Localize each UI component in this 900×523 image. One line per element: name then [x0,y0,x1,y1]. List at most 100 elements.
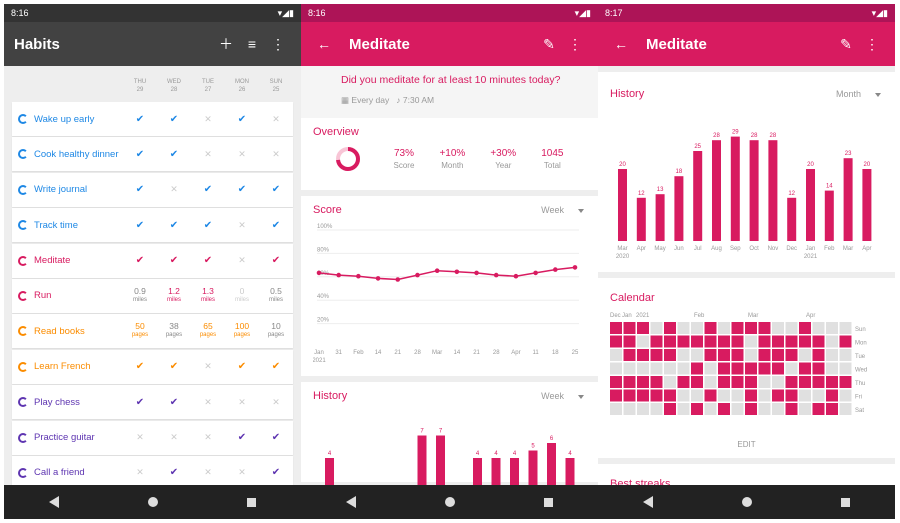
checkmark-icon[interactable]: ✔ [157,256,191,266]
calendar-day-cell[interactable] [650,362,663,375]
cross-icon[interactable]: ✕ [191,114,225,124]
checkmark-icon[interactable]: ✔ [123,114,157,124]
cross-icon[interactable]: ✕ [225,397,259,407]
calendar-day-cell[interactable] [610,362,622,375]
calendar-day-cell[interactable] [718,389,730,402]
calendar-day-cell[interactable] [785,335,798,348]
habit-value-cell[interactable]: 0.9 miles [123,286,157,305]
calendar-day-cell[interactable] [664,349,676,361]
calendar-day-cell[interactable] [691,335,703,348]
calendar-day-cell[interactable] [623,349,636,361]
habit-row[interactable]: Read books 50 pages 38 pages 65 pages 100 pages 1… [12,314,293,349]
calendar-day-cell[interactable] [731,349,744,361]
home-nav-icon[interactable] [147,497,158,507]
history-period-select[interactable]: Month [836,89,881,99]
checkmark-icon[interactable]: ✔ [123,397,157,407]
calendar-day-cell[interactable] [704,362,717,375]
calendar-day-cell[interactable] [691,376,703,388]
checkmark-icon[interactable]: ✔ [123,149,157,159]
calendar-day-cell[interactable] [799,403,811,415]
calendar-day-cell[interactable] [826,389,838,402]
calendar-day-cell[interactable] [637,403,649,415]
filter-icon[interactable]: ≡ [239,36,265,52]
calendar-day-cell[interactable] [677,349,690,361]
habit-row[interactable]: Learn French ✔ ✔ ✕ ✔ ✔ [12,349,293,384]
habit-row[interactable]: Wake up early ✔ ✔ ✕ ✔ ✕ [12,102,293,136]
cross-icon[interactable]: ✕ [191,433,225,442]
back-arrow-icon[interactable]: ← [608,36,634,52]
calendar-day-cell[interactable] [839,349,852,361]
habit-row[interactable]: Track time ✔ ✔ ✔ ✕ ✔ [12,208,293,243]
calendar-day-cell[interactable] [650,322,663,334]
calendar-day-cell[interactable] [623,376,636,388]
cross-icon[interactable]: ✕ [191,397,225,407]
calendar-day-cell[interactable] [839,362,852,375]
score-period-select[interactable]: Week [541,205,584,215]
calendar-day-cell[interactable] [826,322,838,334]
habit-value-cell[interactable]: 1.2 miles [157,286,191,305]
checkmark-icon[interactable]: ✔ [157,149,191,159]
calendar-day-cell[interactable] [623,322,636,334]
calendar-day-cell[interactable] [772,403,784,415]
checkmark-icon[interactable]: ✔ [157,114,191,124]
calendar-day-cell[interactable] [664,335,676,348]
edit-calendar-button[interactable]: EDIT [610,440,883,449]
checkmark-icon[interactable]: ✔ [259,468,293,478]
checkmark-icon[interactable]: ✔ [123,185,157,195]
recents-nav-icon[interactable] [544,497,554,507]
habit-value-cell[interactable]: 100 pages [225,322,259,340]
cross-icon[interactable]: ✕ [259,397,293,407]
calendar-day-cell[interactable] [758,349,771,361]
habit-row[interactable]: Cook healthy dinner ✔ ✔ ✕ ✕ ✕ [12,137,293,172]
calendar-day-cell[interactable] [799,362,811,375]
checkmark-icon[interactable]: ✔ [225,185,259,195]
more-vert-icon[interactable]: ⋮ [859,36,885,53]
history-period-select[interactable]: Week [541,391,584,401]
calendar-day-cell[interactable] [745,349,757,361]
calendar-day-cell[interactable] [677,389,690,402]
calendar-day-cell[interactable] [785,389,798,402]
calendar-day-cell[interactable] [677,322,690,334]
calendar-day-cell[interactable] [691,362,703,375]
calendar-day-cell[interactable] [731,376,744,388]
calendar-day-cell[interactable] [650,389,663,402]
calendar-day-cell[interactable] [839,322,852,334]
checkmark-icon[interactable]: ✔ [259,220,293,230]
checkmark-icon[interactable]: ✔ [123,256,157,266]
calendar-day-cell[interactable] [745,376,757,388]
habit-row[interactable]: Play chess ✔ ✔ ✕ ✕ ✕ [12,385,293,420]
home-nav-icon[interactable] [444,497,455,507]
habit-row[interactable]: Practice guitar ✕ ✕ ✕ ✔ ✔ [12,420,293,455]
calendar-day-cell[interactable] [758,403,771,415]
calendar-day-cell[interactable] [664,322,676,334]
recents-nav-icon[interactable] [247,497,257,507]
calendar-day-cell[interactable] [650,335,663,348]
checkmark-icon[interactable]: ✔ [225,433,259,443]
calendar-day-cell[interactable] [610,376,622,388]
calendar-day-cell[interactable] [812,349,825,361]
cross-icon[interactable]: ✕ [157,185,191,194]
calendar-day-cell[interactable] [623,403,636,415]
calendar-day-cell[interactable] [691,322,703,334]
calendar-day-cell[interactable] [772,322,784,334]
calendar-day-cell[interactable] [623,335,636,348]
calendar-day-cell[interactable] [637,362,649,375]
calendar-day-cell[interactable] [718,362,730,375]
calendar-day-cell[interactable] [731,389,744,402]
checkmark-icon[interactable]: ✔ [259,362,293,372]
calendar-day-cell[interactable] [623,362,636,375]
back-nav-icon[interactable] [48,496,59,508]
calendar-day-cell[interactable] [839,389,852,402]
calendar-day-cell[interactable] [745,322,757,334]
calendar-day-cell[interactable] [718,376,730,388]
calendar-day-cell[interactable] [839,403,852,415]
checkmark-icon[interactable]: ✔ [225,362,259,372]
calendar-day-cell[interactable] [772,335,784,348]
calendar-day-cell[interactable] [677,362,690,375]
cross-icon[interactable]: ✕ [259,114,293,124]
calendar-day-cell[interactable] [785,403,798,415]
calendar-day-cell[interactable] [758,376,771,388]
calendar-day-cell[interactable] [704,349,717,361]
calendar-day-cell[interactable] [839,376,852,388]
calendar-day-cell[interactable] [812,322,825,334]
